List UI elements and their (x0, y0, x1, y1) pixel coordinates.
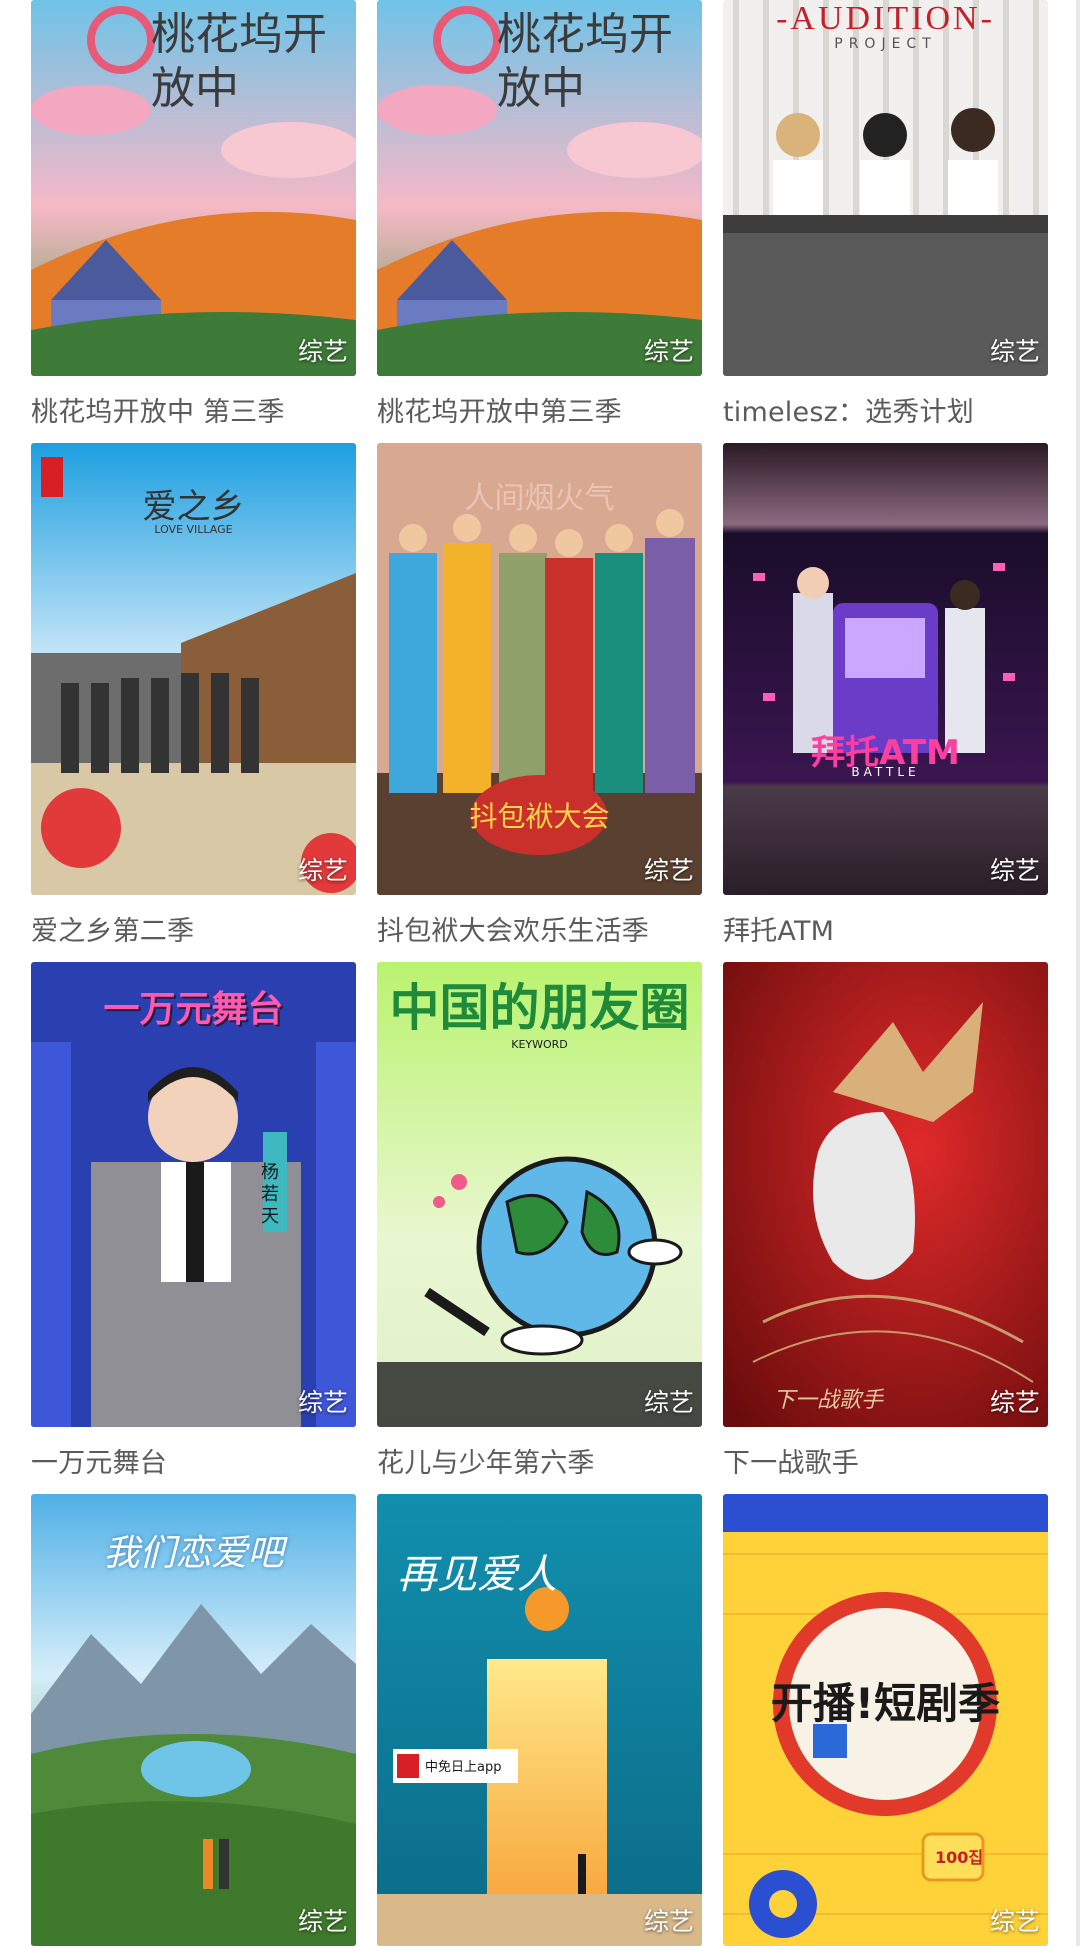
scrollbar[interactable] (1076, 0, 1080, 1946)
show-poster[interactable]: 下一战歌手 综艺 (723, 962, 1048, 1427)
category-badge: 综艺 (989, 337, 1040, 366)
show-card[interactable]: 开播!短剧季 100집 综艺 (723, 1494, 1048, 1946)
category-badge: 综艺 (643, 856, 694, 885)
category-badge: 综艺 (989, 856, 1040, 885)
poster-title-art: 下一战歌手 (773, 1388, 884, 1413)
show-poster[interactable]: 爱之乡 LOVE VILLAGE 综艺 (31, 443, 356, 895)
category-badge: 综艺 (297, 856, 348, 885)
show-poster[interactable]: 一万元舞台 杨若天 综艺 (31, 962, 356, 1427)
show-poster[interactable]: 拜托ATM BATTLE 综艺 (723, 443, 1048, 895)
poster-subtitle-art: 100집 (935, 1848, 984, 1867)
category-badge: 综艺 (643, 1388, 694, 1417)
show-title[interactable]: 抖包袱大会欢乐生活季 (377, 909, 649, 948)
show-card[interactable]: 我们恋爱吧 综艺 (31, 1494, 356, 1946)
show-card[interactable]: 拜托ATM BATTLE 综艺 拜托ATM (723, 443, 1048, 948)
poster-title-art: 我们恋爱吧 (103, 1533, 284, 1574)
show-card[interactable]: 一万元舞台 杨若天 综艺 一万元舞台 (31, 962, 356, 1479)
show-title[interactable]: timelesz：选秀计划 (723, 390, 974, 429)
category-badge: 综艺 (989, 1907, 1040, 1936)
show-poster[interactable]: 桃花坞开放中 综艺 (31, 0, 356, 376)
show-card[interactable]: 桃花坞开放中 综艺 桃花坞开放中 第三季 (31, 0, 356, 430)
poster-subtitle-art: 中免日上app (425, 1760, 502, 1775)
poster-image (723, 443, 1048, 895)
show-title[interactable]: 拜托ATM (723, 909, 834, 948)
poster-title-art: 桃花坞开放中 (497, 9, 673, 114)
show-poster[interactable]: -AUDITION- PROJECT 综艺 (723, 0, 1048, 376)
show-card[interactable]: 桃花坞开放中 综艺 桃花坞开放中第三季 (377, 0, 702, 430)
show-card[interactable]: -AUDITION- PROJECT 综艺 timelesz：选秀计划 (723, 0, 1048, 430)
show-title[interactable]: 下一战歌手 (723, 1441, 859, 1480)
poster-title-art: 中国的朋友圈 (389, 979, 690, 1037)
category-badge: 综艺 (297, 337, 348, 366)
poster-subtitle-art: PROJECT (834, 36, 937, 52)
category-badge: 综艺 (297, 1388, 348, 1417)
poster-subtitle-art: 人间烟火气 (464, 481, 615, 516)
poster-title-art: 桃花坞开放中 (151, 9, 327, 114)
poster-subtitle-art: 杨若天 (261, 1162, 279, 1227)
show-poster[interactable]: 再见爱人 中免日上app 综艺 (377, 1494, 702, 1946)
show-poster[interactable]: 中国的朋友圈 KEYWORD 综艺 (377, 962, 702, 1427)
category-badge: 综艺 (643, 1907, 694, 1936)
show-title[interactable]: 花儿与少年第六季 (377, 1441, 595, 1480)
poster-subtitle-art: KEYWORD (511, 1038, 568, 1051)
poster-title-art: 爱之乡 (142, 487, 245, 527)
poster-title-art: -AUDITION- (776, 0, 995, 37)
show-card[interactable]: 下一战歌手 综艺 下一战歌手 (723, 962, 1048, 1479)
category-badge: 综艺 (989, 1388, 1040, 1417)
show-card[interactable]: 爱之乡 LOVE VILLAGE 综艺 爱之乡第二季 (31, 443, 356, 948)
show-title[interactable]: 桃花坞开放中 第三季 (31, 390, 285, 429)
show-poster[interactable]: 我们恋爱吧 综艺 (31, 1494, 356, 1946)
poster-image (723, 0, 1048, 376)
category-badge: 综艺 (297, 1907, 348, 1936)
poster-subtitle-art: BATTLE (851, 765, 920, 779)
category-badge: 综艺 (643, 337, 694, 366)
show-title[interactable]: 一万元舞台 (31, 1441, 167, 1480)
show-poster[interactable]: 人间烟火气 抖包袱大会 综艺 (377, 443, 702, 895)
poster-title-art: 开播!短剧季 (770, 1679, 1001, 1728)
show-title[interactable]: 桃花坞开放中第三季 (377, 390, 622, 429)
show-poster[interactable]: 开播!短剧季 100집 综艺 (723, 1494, 1048, 1946)
poster-title-art: 再见爱人 (397, 1552, 557, 1598)
show-card[interactable]: 人间烟火气 抖包袱大会 综艺 抖包袱大会欢乐生活季 (377, 443, 702, 948)
show-title[interactable]: 爱之乡第二季 (31, 909, 194, 948)
poster-title-art: 一万元舞台 (103, 989, 284, 1030)
poster-subtitle-art: LOVE VILLAGE (154, 523, 233, 536)
poster-title-art: 抖包袱大会 (469, 800, 610, 833)
poster-image (723, 962, 1048, 1427)
show-card[interactable]: 中国的朋友圈 KEYWORD 综艺 花儿与少年第六季 (377, 962, 702, 1479)
show-poster[interactable]: 桃花坞开放中 综艺 (377, 0, 702, 376)
show-card[interactable]: 再见爱人 中免日上app 综艺 (377, 1494, 702, 1946)
